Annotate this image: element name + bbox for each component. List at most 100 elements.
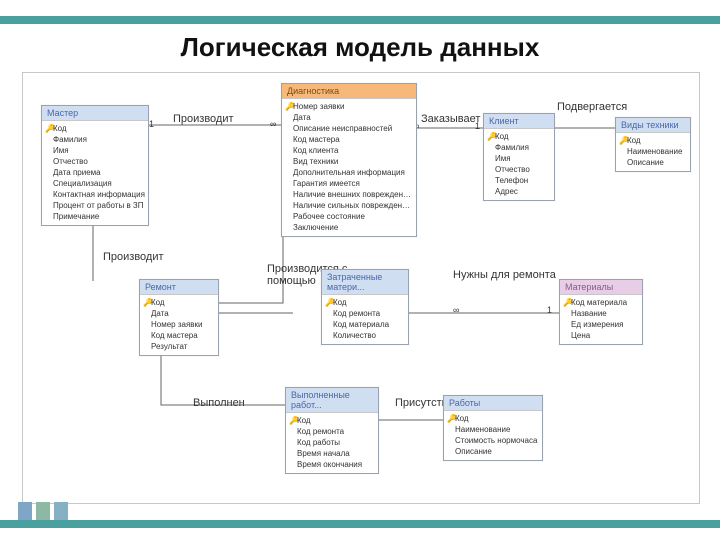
- field: Код мастера: [151, 331, 215, 341]
- entity-header: Виды техники: [616, 118, 690, 133]
- field: Цена: [571, 331, 639, 341]
- entity-header: Затраченные матери...: [322, 270, 408, 295]
- field: Код материала: [333, 320, 405, 330]
- diagram-canvas: Производит Заказывает Подвергается Произ…: [22, 72, 700, 504]
- rel-orders: Заказывает: [421, 113, 480, 125]
- entity-header: Клиент: [484, 114, 554, 129]
- field: Контактная информация: [53, 190, 145, 200]
- field: Отчество: [495, 165, 551, 175]
- field: Время начала: [297, 449, 375, 459]
- field: Дата: [293, 113, 413, 123]
- entity-body: 🔑Номер заявки Дата Описание неисправност…: [282, 99, 416, 236]
- field: Номер заявки: [151, 320, 215, 330]
- key-icon: 🔑: [45, 124, 53, 134]
- field: Наличие внешних повреждений на корпусе: [293, 190, 413, 200]
- cardinality-mark: ∞: [270, 119, 276, 129]
- entity-header: Мастер: [42, 106, 148, 121]
- entity-body: 🔑Код Наименование Описание: [616, 133, 690, 171]
- entity-diagnostics: Диагностика 🔑Номер заявки Дата Описание …: [281, 83, 417, 237]
- field: Стоимость нормочаса: [455, 436, 539, 446]
- entity-body: 🔑Код Код ремонта Код работы Время начала…: [286, 413, 378, 473]
- field: Код: [627, 136, 687, 146]
- field: Номер заявки: [293, 102, 413, 112]
- field: Название: [571, 309, 639, 319]
- field: Фамилия: [495, 143, 551, 153]
- field: Код: [53, 124, 145, 134]
- entity-body: 🔑Код Наименование Стоимость нормочаса Оп…: [444, 411, 542, 460]
- key-icon: 🔑: [563, 298, 571, 308]
- field: Код ремонта: [297, 427, 375, 437]
- entity-header: Работы: [444, 396, 542, 411]
- field: Рабочее состояние: [293, 212, 413, 222]
- rel-produces-1: Производит: [173, 113, 234, 125]
- entity-spent-materials: Затраченные матери... 🔑Код Код ремонта К…: [321, 269, 409, 345]
- field: Ед измерения: [571, 320, 639, 330]
- top-accent-bar: [0, 16, 720, 24]
- field: Специализация: [53, 179, 145, 189]
- rel-produces-2: Производит: [103, 251, 164, 263]
- field: Описание неисправностей: [293, 124, 413, 134]
- entity-repair: Ремонт 🔑Код Дата Номер заявки Код мастер…: [139, 279, 219, 356]
- field: Описание: [455, 447, 539, 457]
- entity-client: Клиент 🔑Код Фамилия Имя Отчество Телефон…: [483, 113, 555, 201]
- slide: Логическая модель данных Производит Зака…: [0, 0, 720, 540]
- field: Код: [495, 132, 551, 142]
- field: Время окончания: [297, 460, 375, 470]
- field: Описание: [627, 158, 687, 168]
- field: Наименование: [455, 425, 539, 435]
- field: Результат: [151, 342, 215, 352]
- field: Дата приема: [53, 168, 145, 178]
- entity-body: 🔑Код Код ремонта Код материала Количеств…: [322, 295, 408, 344]
- entity-master: Мастер 🔑Код Фамилия Имя Отчество Дата пр…: [41, 105, 149, 226]
- entity-body: 🔑Код Дата Номер заявки Код мастера Резул…: [140, 295, 218, 355]
- entity-header: Диагностика: [282, 84, 416, 99]
- bottom-accent-bar: [0, 520, 720, 528]
- footer-tab-2: [36, 502, 50, 520]
- field: Дата: [151, 309, 215, 319]
- field: Код ремонта: [333, 309, 405, 319]
- key-icon: 🔑: [325, 298, 333, 308]
- field: Количество: [333, 331, 405, 341]
- rel-done: Выполнен: [193, 397, 245, 409]
- key-icon: 🔑: [619, 136, 627, 146]
- entity-works: Работы 🔑Код Наименование Стоимость нормо…: [443, 395, 543, 461]
- field: Фамилия: [53, 135, 145, 145]
- entity-materials: Материалы 🔑Код материала Название Ед изм…: [559, 279, 643, 345]
- entity-header: Выполненные работ...: [286, 388, 378, 413]
- key-icon: 🔑: [289, 416, 297, 426]
- field: Имя: [53, 146, 145, 156]
- cardinality-mark: 1: [149, 119, 154, 129]
- field: Процент от работы в ЗП: [53, 201, 145, 211]
- footer-tab-1: [18, 502, 32, 520]
- field: Телефон: [495, 176, 551, 186]
- field: Гарантия имеется: [293, 179, 413, 189]
- field: Отчество: [53, 157, 145, 167]
- page-title: Логическая модель данных: [0, 32, 720, 63]
- field: Вид техники: [293, 157, 413, 167]
- field: Наименование: [627, 147, 687, 157]
- field: Код клиента: [293, 146, 413, 156]
- cardinality-mark: ∞: [453, 305, 459, 315]
- entity-done-work: Выполненные работ... 🔑Код Код ремонта Ко…: [285, 387, 379, 474]
- cardinality-mark: 1: [475, 121, 480, 131]
- field: Код работы: [297, 438, 375, 448]
- field: Код: [455, 414, 539, 424]
- field: Имя: [495, 154, 551, 164]
- field: Заключение: [293, 223, 413, 233]
- rel-subject-to: Подвергается: [557, 101, 627, 113]
- field: Код мастера: [293, 135, 413, 145]
- entity-body: 🔑Код Фамилия Имя Отчество Телефон Адрес: [484, 129, 554, 200]
- key-icon: 🔑: [143, 298, 151, 308]
- field: Код: [297, 416, 375, 426]
- field: Адрес: [495, 187, 551, 197]
- key-icon: 🔑: [447, 414, 455, 424]
- entity-body: 🔑Код материала Название Ед измерения Цен…: [560, 295, 642, 344]
- cardinality-mark: 1: [547, 305, 552, 315]
- entity-header: Ремонт: [140, 280, 218, 295]
- key-icon: 🔑: [285, 102, 293, 112]
- field: Дополнительная информация: [293, 168, 413, 178]
- key-icon: 🔑: [487, 132, 495, 142]
- field: Код: [151, 298, 215, 308]
- rel-needed: Нужны для ремонта: [453, 269, 556, 281]
- entity-body: 🔑Код Фамилия Имя Отчество Дата приема Сп…: [42, 121, 148, 225]
